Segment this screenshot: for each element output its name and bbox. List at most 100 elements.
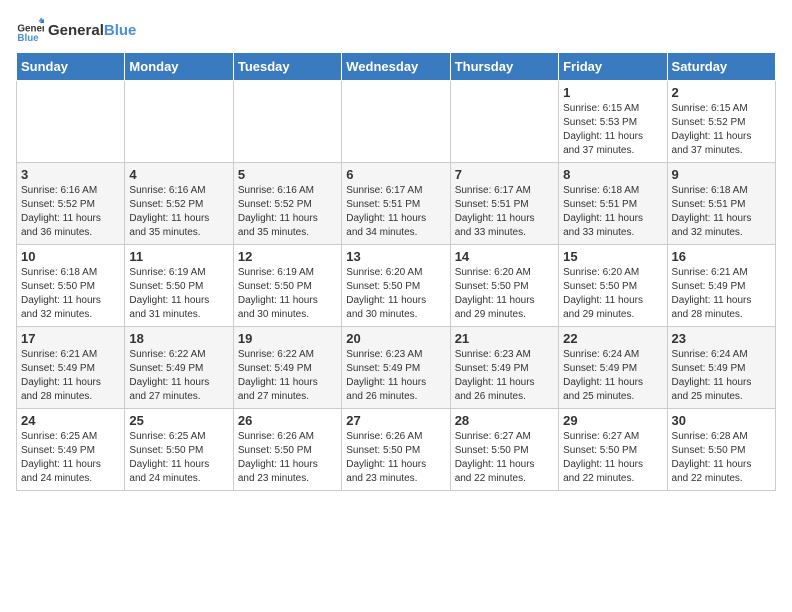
calendar-cell: 27Sunrise: 6:26 AM Sunset: 5:50 PM Dayli…	[342, 409, 450, 491]
calendar-cell: 5 Sunrise: 6:16 AM Sunset: 5:52 PM Daylig…	[233, 163, 341, 245]
calendar-cell: 11Sunrise: 6:19 AM Sunset: 5:50 PM Dayli…	[125, 245, 233, 327]
calendar-header-friday: Friday	[559, 53, 667, 81]
calendar-cell: 2 Sunrise: 6:15 AM Sunset: 5:52 PM Daylig…	[667, 81, 775, 163]
day-info: Sunrise: 6:15 AM Sunset: 5:53 PM Dayligh…	[563, 102, 662, 158]
day-info: Sunrise: 6:22 AM Sunset: 5:49 PM Dayligh…	[238, 348, 337, 404]
logo: General Blue GeneralBlue	[16, 16, 136, 44]
calendar-table: SundayMondayTuesdayWednesdayThursdayFrid…	[16, 52, 776, 491]
calendar-cell: 13 Sunrise: 6:20 AM Sunset: 5:50 PM Dayli…	[342, 245, 450, 327]
calendar-cell: 21 Sunrise: 6:23 AM Sunset: 5:49 PM Dayli…	[450, 327, 558, 409]
calendar-cell: 1 Sunrise: 6:15 AM Sunset: 5:53 PM Daylig…	[559, 81, 667, 163]
day-number: 22	[563, 331, 662, 346]
calendar-cell: 24 Sunrise: 6:25 AM Sunset: 5:49 PM Dayli…	[17, 409, 125, 491]
day-info: Sunrise: 6:17 AM Sunset: 5:51 PM Dayligh…	[346, 184, 445, 240]
day-info: Sunrise: 6:18 AM Sunset: 5:51 PM Dayligh…	[563, 184, 662, 240]
calendar-cell: 23Sunrise: 6:24 AM Sunset: 5:49 PM Dayli…	[667, 327, 775, 409]
day-number: 30	[672, 413, 771, 428]
calendar-header-wednesday: Wednesday	[342, 53, 450, 81]
calendar-body: 1 Sunrise: 6:15 AM Sunset: 5:53 PM Daylig…	[17, 81, 776, 491]
day-number: 26	[238, 413, 337, 428]
day-info: Sunrise: 6:28 AM Sunset: 5:50 PM Dayligh…	[672, 430, 771, 486]
day-info: Sunrise: 6:23 AM Sunset: 5:49 PM Dayligh…	[455, 348, 554, 404]
day-number: 9	[672, 167, 771, 182]
day-number: 5	[238, 167, 337, 182]
calendar-cell: 10 Sunrise: 6:18 AM Sunset: 5:50 PM Dayli…	[17, 245, 125, 327]
day-number: 1	[563, 85, 662, 100]
day-number: 13	[346, 249, 445, 264]
day-info: Sunrise: 6:18 AM Sunset: 5:51 PM Dayligh…	[672, 184, 771, 240]
calendar-cell: 3 Sunrise: 6:16 AM Sunset: 5:52 PM Daylig…	[17, 163, 125, 245]
calendar-cell: 22 Sunrise: 6:24 AM Sunset: 5:49 PM Dayli…	[559, 327, 667, 409]
day-info: Sunrise: 6:27 AM Sunset: 5:50 PM Dayligh…	[455, 430, 554, 486]
calendar-cell: 17Sunrise: 6:21 AM Sunset: 5:49 PM Dayli…	[17, 327, 125, 409]
day-number: 2	[672, 85, 771, 100]
day-info: Sunrise: 6:20 AM Sunset: 5:50 PM Dayligh…	[563, 266, 662, 322]
day-number: 15	[563, 249, 662, 264]
day-number: 3	[21, 167, 120, 182]
day-number: 19	[238, 331, 337, 346]
calendar-header-monday: Monday	[125, 53, 233, 81]
calendar-cell: 26 Sunrise: 6:26 AM Sunset: 5:50 PM Dayli…	[233, 409, 341, 491]
day-number: 17	[21, 331, 120, 346]
calendar-header-sunday: Sunday	[17, 53, 125, 81]
calendar-week-row: 3 Sunrise: 6:16 AM Sunset: 5:52 PM Daylig…	[17, 163, 776, 245]
day-number: 7	[455, 167, 554, 182]
calendar-cell: 18Sunrise: 6:22 AM Sunset: 5:49 PM Dayli…	[125, 327, 233, 409]
day-info: Sunrise: 6:20 AM Sunset: 5:50 PM Dayligh…	[346, 266, 445, 322]
calendar-cell: 29 Sunrise: 6:27 AM Sunset: 5:50 PM Dayli…	[559, 409, 667, 491]
day-info: Sunrise: 6:20 AM Sunset: 5:50 PM Dayligh…	[455, 266, 554, 322]
calendar-cell	[450, 81, 558, 163]
calendar-cell: 16 Sunrise: 6:21 AM Sunset: 5:49 PM Dayli…	[667, 245, 775, 327]
day-number: 28	[455, 413, 554, 428]
day-info: Sunrise: 6:26 AM Sunset: 5:50 PM Dayligh…	[238, 430, 337, 486]
day-info: Sunrise: 6:18 AM Sunset: 5:50 PM Dayligh…	[21, 266, 120, 322]
calendar-cell: 19 Sunrise: 6:22 AM Sunset: 5:49 PM Dayli…	[233, 327, 341, 409]
day-info: Sunrise: 6:24 AM Sunset: 5:49 PM Dayligh…	[563, 348, 662, 404]
calendar-week-row: 10 Sunrise: 6:18 AM Sunset: 5:50 PM Dayli…	[17, 245, 776, 327]
calendar-cell: 15 Sunrise: 6:20 AM Sunset: 5:50 PM Dayli…	[559, 245, 667, 327]
day-info: Sunrise: 6:26 AM Sunset: 5:50 PM Dayligh…	[346, 430, 445, 486]
day-number: 25	[129, 413, 228, 428]
day-number: 24	[21, 413, 120, 428]
calendar-cell: 30 Sunrise: 6:28 AM Sunset: 5:50 PM Dayli…	[667, 409, 775, 491]
calendar-cell: 7 Sunrise: 6:17 AM Sunset: 5:51 PM Daylig…	[450, 163, 558, 245]
day-info: Sunrise: 6:25 AM Sunset: 5:49 PM Dayligh…	[21, 430, 120, 486]
day-info: Sunrise: 6:19 AM Sunset: 5:50 PM Dayligh…	[238, 266, 337, 322]
day-info: Sunrise: 6:27 AM Sunset: 5:50 PM Dayligh…	[563, 430, 662, 486]
day-info: Sunrise: 6:21 AM Sunset: 5:49 PM Dayligh…	[672, 266, 771, 322]
day-number: 4	[129, 167, 228, 182]
day-number: 14	[455, 249, 554, 264]
day-number: 10	[21, 249, 120, 264]
logo-text: GeneralBlue	[48, 22, 136, 39]
calendar-header-row: SundayMondayTuesdayWednesdayThursdayFrid…	[17, 53, 776, 81]
calendar-cell: 6Sunrise: 6:17 AM Sunset: 5:51 PM Daylig…	[342, 163, 450, 245]
day-info: Sunrise: 6:16 AM Sunset: 5:52 PM Dayligh…	[21, 184, 120, 240]
day-number: 11	[129, 249, 228, 264]
calendar-cell	[342, 81, 450, 163]
day-number: 16	[672, 249, 771, 264]
day-info: Sunrise: 6:23 AM Sunset: 5:49 PM Dayligh…	[346, 348, 445, 404]
day-info: Sunrise: 6:22 AM Sunset: 5:49 PM Dayligh…	[129, 348, 228, 404]
svg-text:Blue: Blue	[17, 33, 39, 44]
day-number: 21	[455, 331, 554, 346]
calendar-header-thursday: Thursday	[450, 53, 558, 81]
calendar-cell: 25 Sunrise: 6:25 AM Sunset: 5:50 PM Dayli…	[125, 409, 233, 491]
day-number: 20	[346, 331, 445, 346]
logo-icon: General Blue	[16, 16, 44, 44]
day-info: Sunrise: 6:16 AM Sunset: 5:52 PM Dayligh…	[238, 184, 337, 240]
calendar-cell: 4 Sunrise: 6:16 AM Sunset: 5:52 PM Daylig…	[125, 163, 233, 245]
day-number: 29	[563, 413, 662, 428]
calendar-cell	[233, 81, 341, 163]
calendar-cell	[125, 81, 233, 163]
calendar-week-row: 24 Sunrise: 6:25 AM Sunset: 5:49 PM Dayli…	[17, 409, 776, 491]
day-info: Sunrise: 6:16 AM Sunset: 5:52 PM Dayligh…	[129, 184, 228, 240]
calendar-header-tuesday: Tuesday	[233, 53, 341, 81]
day-info: Sunrise: 6:17 AM Sunset: 5:51 PM Dayligh…	[455, 184, 554, 240]
day-info: Sunrise: 6:15 AM Sunset: 5:52 PM Dayligh…	[672, 102, 771, 158]
calendar-cell: 14 Sunrise: 6:20 AM Sunset: 5:50 PM Dayli…	[450, 245, 558, 327]
calendar-cell: 12Sunrise: 6:19 AM Sunset: 5:50 PM Dayli…	[233, 245, 341, 327]
calendar-cell: 28 Sunrise: 6:27 AM Sunset: 5:50 PM Dayli…	[450, 409, 558, 491]
day-info: Sunrise: 6:25 AM Sunset: 5:50 PM Dayligh…	[129, 430, 228, 486]
page-header: General Blue GeneralBlue	[16, 16, 776, 44]
calendar-cell: 9 Sunrise: 6:18 AM Sunset: 5:51 PM Daylig…	[667, 163, 775, 245]
